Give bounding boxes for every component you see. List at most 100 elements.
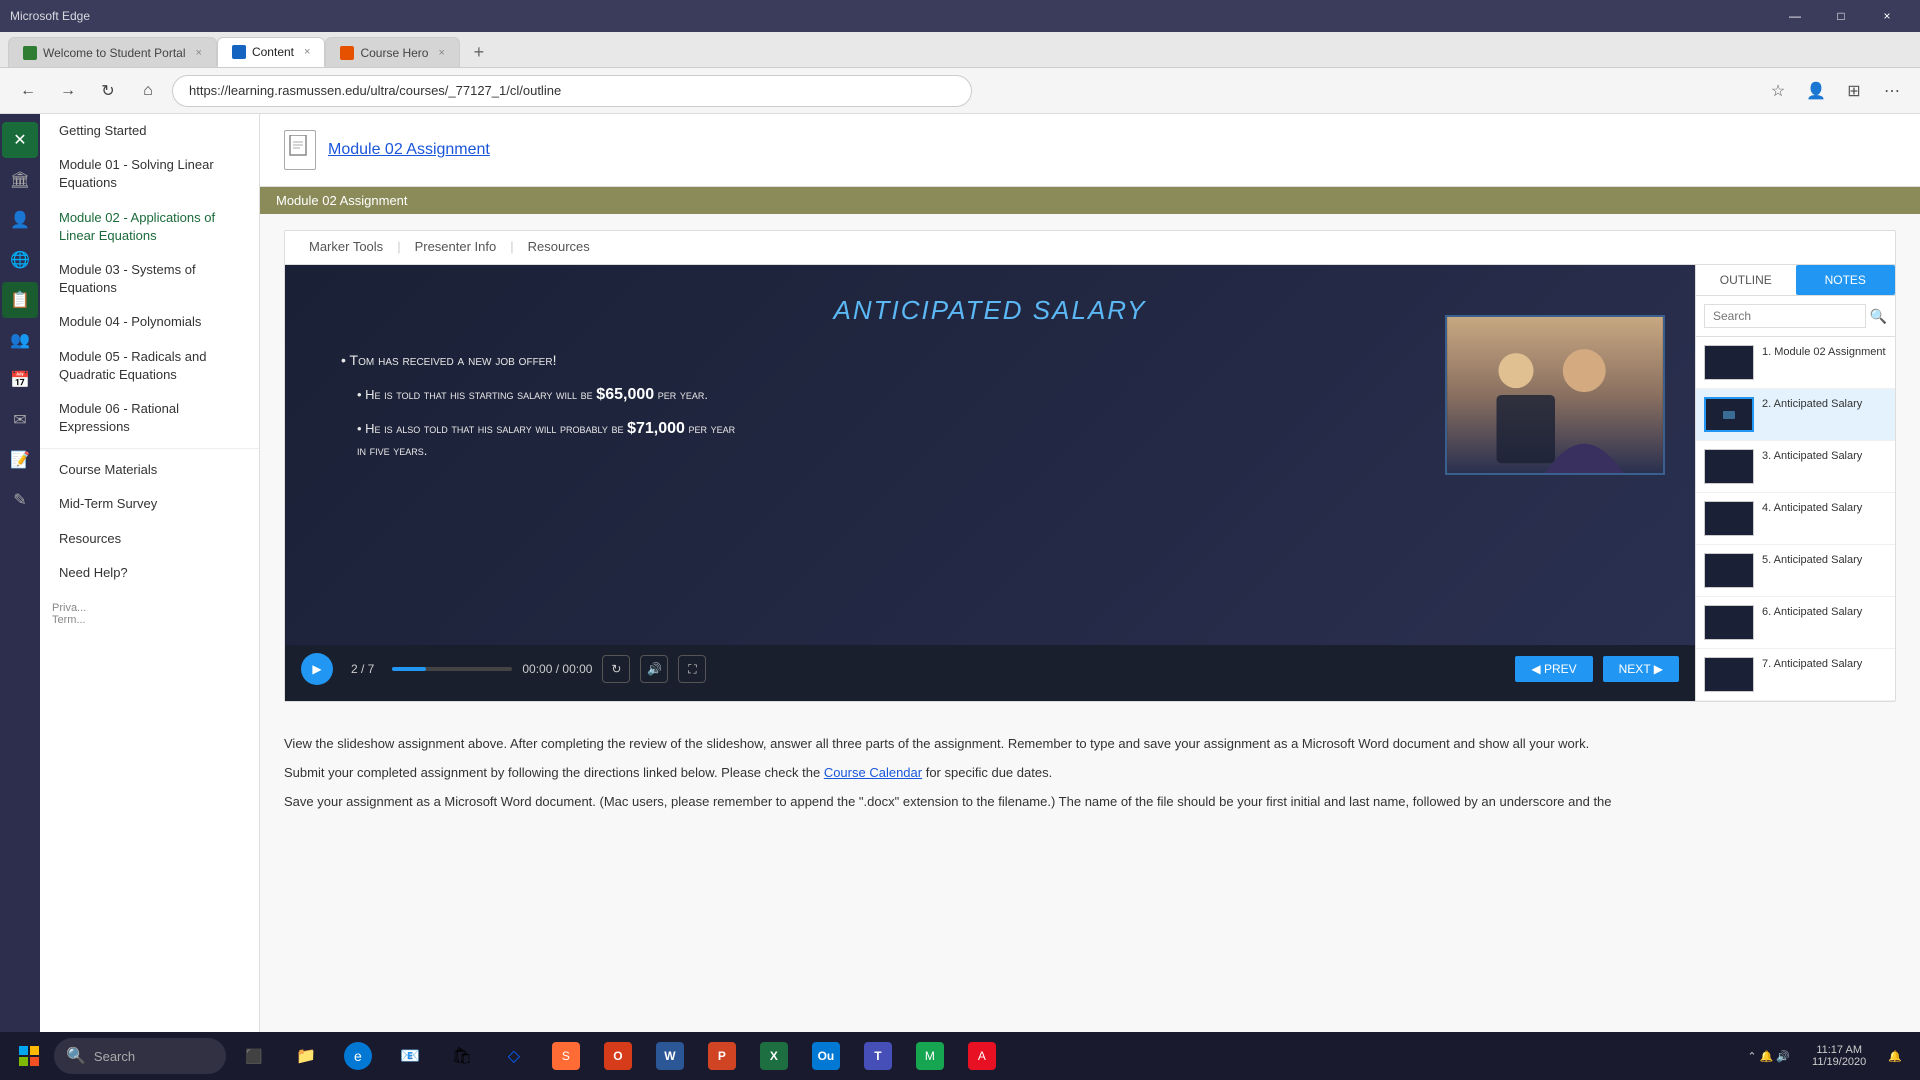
powerpoint-button[interactable]: P xyxy=(698,1036,746,1076)
action-center-button[interactable]: 🔔 xyxy=(1878,1036,1912,1076)
privacy-notice: Priva...Term... xyxy=(40,590,259,638)
prev-slide-button[interactable]: ◀ PREV xyxy=(1515,656,1592,682)
minimize-button[interactable]: — xyxy=(1772,0,1818,32)
tab-label-2: Content xyxy=(252,45,294,59)
sidebar-item-module04[interactable]: Module 04 - Polynomials xyxy=(40,305,259,339)
new-tab-button[interactable]: + xyxy=(464,37,494,67)
tab-welcome-portal[interactable]: Welcome to Student Portal × xyxy=(8,37,217,67)
sidebar-item-module05[interactable]: Module 05 - Radicals and Quadratic Equat… xyxy=(40,340,259,392)
taskbar-search-box[interactable]: 🔍 xyxy=(54,1038,226,1074)
file-explorer-icon: 📁 xyxy=(292,1042,320,1070)
sidebar-edit-icon[interactable]: ✎ xyxy=(2,482,38,518)
volume-button[interactable]: 🔊 xyxy=(640,655,668,683)
forward-button[interactable]: → xyxy=(52,75,84,107)
sidebar-item-resources[interactable]: Resources xyxy=(40,522,259,556)
presenter-info-tab[interactable]: Presenter Info xyxy=(403,231,509,264)
taskbar-search-icon: 🔍 xyxy=(66,1046,86,1066)
sidebar-item-midterm-survey[interactable]: Mid-Term Survey xyxy=(40,487,259,521)
sidebar-messages-icon[interactable]: ✉ xyxy=(2,402,38,438)
sidebar-calendar-icon[interactable]: 📅 xyxy=(2,362,38,398)
address-input[interactable] xyxy=(172,75,972,107)
start-button[interactable] xyxy=(8,1035,50,1077)
outline-item-2[interactable]: 2. Anticipated Salary xyxy=(1696,389,1895,441)
app3-icon: A xyxy=(968,1042,996,1070)
sidebar-item-getting-started[interactable]: Getting Started xyxy=(40,114,259,148)
module-title-link[interactable]: Module 02 Assignment xyxy=(328,141,490,159)
app1-button[interactable]: S xyxy=(542,1036,590,1076)
refresh-button[interactable]: ↻ xyxy=(92,75,124,107)
sidebar-item-module03[interactable]: Module 03 - Systems of Equations xyxy=(40,253,259,305)
marker-tools-tab[interactable]: Marker Tools xyxy=(297,231,395,264)
home-button[interactable]: ⌂ xyxy=(132,75,164,107)
settings-icon[interactable]: ⋯ xyxy=(1876,75,1908,107)
edge-button[interactable]: e xyxy=(334,1036,382,1076)
sidebar-item-module02[interactable]: Module 02 - Applications of Linear Equat… xyxy=(40,201,259,253)
app3-button[interactable]: A xyxy=(958,1036,1006,1076)
tab-course-hero[interactable]: Course Hero × xyxy=(325,37,459,67)
tab-content[interactable]: Content × xyxy=(217,37,325,67)
fullscreen-button[interactable]: ⛶ xyxy=(678,655,706,683)
task-view-button[interactable]: ⬛ xyxy=(230,1036,278,1076)
sidebar-item-module01[interactable]: Module 01 - Solving Linear Equations xyxy=(40,148,259,200)
outline-item-4[interactable]: 4. Anticipated Salary xyxy=(1696,493,1895,545)
progress-bar[interactable] xyxy=(392,667,512,671)
outline-tab-notes[interactable]: NOTES xyxy=(1796,265,1896,295)
outline-search-icon[interactable]: 🔍 xyxy=(1870,308,1887,325)
sidebar-groups-icon[interactable]: 👥 xyxy=(2,322,38,358)
outline-tab-outline[interactable]: OUTLINE xyxy=(1696,265,1796,295)
tab-close-2[interactable]: × xyxy=(304,46,310,58)
slide-display: Anticipated Salary Tom has received a ne… xyxy=(285,265,1695,701)
sidebar-content-icon[interactable]: 📋 xyxy=(2,282,38,318)
word-button[interactable]: W xyxy=(646,1036,694,1076)
outline-item-1[interactable]: 1. Module 02 Assignment xyxy=(1696,337,1895,389)
person-photo xyxy=(1447,317,1663,473)
edge-icon: e xyxy=(344,1042,372,1070)
mail-button[interactable]: 📧 xyxy=(386,1036,434,1076)
outline-thumb-6 xyxy=(1704,605,1754,640)
sidebar-item-need-help[interactable]: Need Help? xyxy=(40,556,259,590)
file-explorer-button[interactable]: 📁 xyxy=(282,1036,330,1076)
resources-tab[interactable]: Resources xyxy=(516,231,602,264)
taskbar-search-input[interactable] xyxy=(94,1049,214,1064)
tab-close-3[interactable]: × xyxy=(438,47,444,59)
outline-search-input[interactable] xyxy=(1704,304,1866,328)
outline-thumb-4 xyxy=(1704,501,1754,536)
slide-controls: ▶ 2 / 7 00:00 / 00:00 ↻ 🔊 ⛶ ◀ PREV NEXT … xyxy=(285,645,1695,693)
store-button[interactable]: 🛍 xyxy=(438,1036,486,1076)
teams-button[interactable]: T xyxy=(854,1036,902,1076)
next-slide-button[interactable]: NEXT ▶ xyxy=(1603,656,1679,682)
profile-icon[interactable]: 👤 xyxy=(1800,75,1832,107)
sidebar-institution-icon[interactable]: 🏛 xyxy=(2,162,38,198)
play-button[interactable]: ▶ xyxy=(301,653,333,685)
office-button[interactable]: O xyxy=(594,1036,642,1076)
dropbox-button[interactable]: ◇ xyxy=(490,1036,538,1076)
outline-item-5[interactable]: 5. Anticipated Salary xyxy=(1696,545,1895,597)
back-button[interactable]: ← xyxy=(12,75,44,107)
sidebar-item-course-materials[interactable]: Course Materials xyxy=(40,453,259,487)
outline-item-7[interactable]: 7. Anticipated Salary xyxy=(1696,649,1895,701)
maximize-button[interactable]: □ xyxy=(1818,0,1864,32)
course-calendar-link[interactable]: Course Calendar xyxy=(824,765,922,780)
sidebar-item-module06[interactable]: Module 06 - Rational Expressions xyxy=(40,392,259,444)
sidebar-notes-icon[interactable]: 📝 xyxy=(2,442,38,478)
outline-item-6[interactable]: 6. Anticipated Salary xyxy=(1696,597,1895,649)
title-bar: Microsoft Edge — □ × xyxy=(0,0,1920,32)
tab-sep-2: | xyxy=(508,231,515,264)
sidebar-close-icon[interactable]: ✕ xyxy=(2,122,38,158)
favorites-icon[interactable]: ☆ xyxy=(1762,75,1794,107)
main-layout: ✕ 🏛 👤 🌐 📋 👥 📅 ✉ 📝 ✎ ↩ Getting Started Mo… xyxy=(0,114,1920,1080)
outline-item-3[interactable]: 3. Anticipated Salary xyxy=(1696,441,1895,493)
extensions-icon[interactable]: ⊞ xyxy=(1838,75,1870,107)
tab-close-1[interactable]: × xyxy=(196,47,202,59)
sidebar-profile-icon[interactable]: 👤 xyxy=(2,202,38,238)
sidebar-globe-icon[interactable]: 🌐 xyxy=(2,242,38,278)
refresh-ctrl-button[interactable]: ↻ xyxy=(602,655,630,683)
app2-button[interactable]: M xyxy=(906,1036,954,1076)
store-icon: 🛍 xyxy=(448,1042,476,1070)
word-icon: W xyxy=(656,1042,684,1070)
taskbar-clock[interactable]: 11:17 AM 11/19/2020 xyxy=(1804,1044,1874,1068)
outlook-button[interactable]: Ou xyxy=(802,1036,850,1076)
excel-button[interactable]: X xyxy=(750,1036,798,1076)
window-close-button[interactable]: × xyxy=(1864,0,1910,32)
notification-area[interactable]: ⌃ 🔔 🔊 xyxy=(1737,1036,1800,1076)
